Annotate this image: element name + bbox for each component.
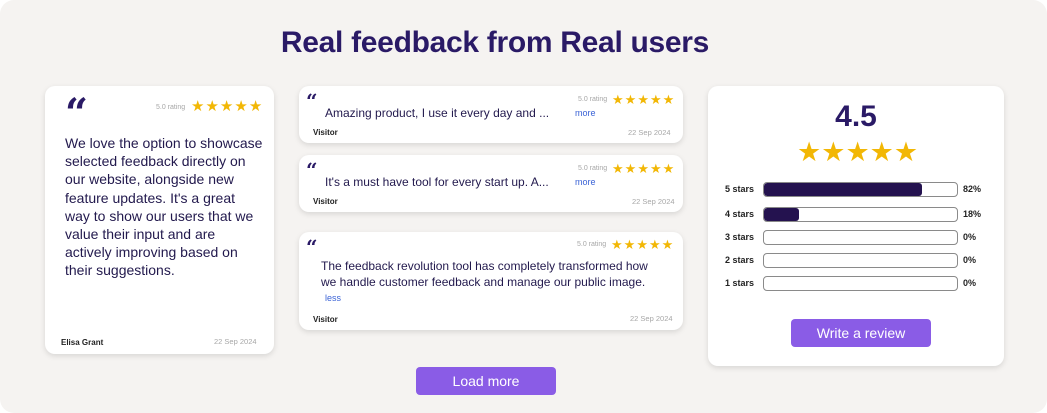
distribution-label: 5 stars	[725, 184, 755, 194]
distribution-percent: 82%	[963, 184, 982, 194]
star-icon: ★	[662, 161, 675, 176]
review-date: 22 Sep 2024	[628, 128, 671, 137]
star-icon: ★	[611, 237, 623, 252]
review-author: Elisa Grant	[61, 338, 104, 347]
distribution-bar	[763, 253, 958, 268]
rating-label: 5.0 rating	[578, 96, 608, 103]
distribution-label: 4 stars	[725, 209, 755, 219]
distribution-percent: 0%	[963, 255, 977, 265]
rating-summary-card: 4.5 ★ ★ ★ ★ ★ 5 stars 82% 4 stars 18% 3 …	[708, 86, 1004, 366]
review-date: 22 Sep 2024	[630, 314, 673, 323]
star-icon: ★	[649, 92, 662, 107]
star-icon: ★	[662, 92, 675, 107]
review-card: “ It's a must have tool for every start …	[299, 155, 683, 212]
star-icon: ★	[649, 161, 662, 176]
review-text: Amazing product, I use it every day and …	[325, 106, 550, 120]
review-date: 22 Sep 2024	[632, 197, 675, 206]
distribution-bar	[763, 182, 958, 197]
star-icon: ★	[624, 161, 637, 176]
star-icon: ★	[661, 237, 674, 252]
star-icon: ★	[623, 237, 636, 252]
star-icon: ★	[845, 137, 870, 167]
review-card-expanded: “ 5.0 rating ★ ★ ★ ★ ★ The feedback revo…	[299, 232, 683, 330]
page-title: Real feedback from Real users	[280, 26, 710, 59]
distribution-percent: 0%	[963, 232, 977, 242]
distribution-bar	[763, 276, 958, 291]
quote-icon: “	[306, 235, 318, 259]
star-icon: ★	[612, 161, 624, 176]
star-icon: ★	[636, 237, 648, 252]
star-icon: ★	[191, 98, 205, 115]
star-icon: ★	[248, 98, 263, 115]
more-link[interactable]: more	[575, 177, 596, 187]
featured-review-text: We love the option to showcase selected …	[65, 135, 263, 279]
star-icon: ★	[637, 161, 649, 176]
distribution-bar	[763, 207, 958, 222]
star-icon: ★	[624, 92, 637, 107]
star-icon: ★	[821, 137, 846, 167]
star-icon: ★	[893, 137, 919, 167]
rating-label: 5.0 rating	[156, 104, 186, 111]
star-icon: ★	[869, 137, 894, 167]
distribution-percent: 0%	[963, 278, 977, 288]
rating-distribution-row: 3 stars 0%	[725, 230, 995, 246]
summary-stars: ★ ★ ★ ★ ★	[797, 139, 918, 166]
quote-icon: “	[65, 90, 89, 137]
review-date: 22 Sep 2024	[214, 337, 257, 346]
review-text: The feedback revolution tool has complet…	[321, 259, 651, 307]
star-icon: ★	[205, 98, 219, 115]
review-card: “ Amazing product, I use it every day an…	[299, 86, 683, 143]
star-icon: ★	[797, 137, 822, 167]
rating-distribution-row: 4 stars 18%	[725, 207, 995, 223]
distribution-label: 1 stars	[725, 278, 755, 288]
rating-stars: ★ ★ ★ ★ ★	[612, 162, 674, 175]
write-review-button[interactable]: Write a review	[791, 319, 931, 347]
star-icon: ★	[648, 237, 661, 252]
distribution-label: 2 stars	[725, 255, 755, 265]
more-link[interactable]: more	[575, 108, 596, 118]
rating-stars: ★ ★ ★ ★ ★	[612, 93, 674, 106]
star-icon: ★	[234, 98, 248, 115]
star-icon: ★	[219, 98, 234, 115]
rating-distribution-row: 5 stars 82%	[725, 182, 995, 198]
review-author: Visitor	[313, 315, 338, 324]
distribution-label: 3 stars	[725, 232, 755, 242]
load-more-button[interactable]: Load more	[416, 367, 556, 395]
rating-label: 5.0 rating	[578, 165, 608, 172]
review-author: Visitor	[313, 128, 338, 137]
review-text-content: The feedback revolution tool has complet…	[321, 259, 648, 289]
quote-icon: “	[306, 158, 318, 182]
rating-distribution-row: 2 stars 0%	[725, 253, 995, 269]
rating-stars: ★ ★ ★ ★ ★	[611, 238, 673, 251]
rating-label: 5.0 rating	[577, 241, 607, 248]
star-icon: ★	[612, 92, 624, 107]
distribution-bar-fill	[764, 183, 923, 196]
distribution-bar-fill	[764, 208, 799, 221]
review-text: It's a must have tool for every start up…	[325, 175, 549, 189]
quote-icon: “	[306, 89, 318, 113]
distribution-percent: 18%	[963, 209, 982, 219]
rating-stars: ★ ★ ★ ★ ★	[191, 99, 262, 114]
featured-review-card: “ 5.0 rating ★ ★ ★ ★ ★ We love the optio…	[45, 86, 274, 354]
review-author: Visitor	[313, 197, 338, 206]
rating-distribution-row: 1 stars 0%	[725, 276, 995, 292]
star-icon: ★	[637, 92, 649, 107]
distribution-bar	[763, 230, 958, 245]
less-link[interactable]: less	[325, 293, 341, 303]
average-rating: 4.5	[835, 100, 877, 133]
page-background: Real feedback from Real users “ 5.0 rati…	[0, 0, 1047, 413]
